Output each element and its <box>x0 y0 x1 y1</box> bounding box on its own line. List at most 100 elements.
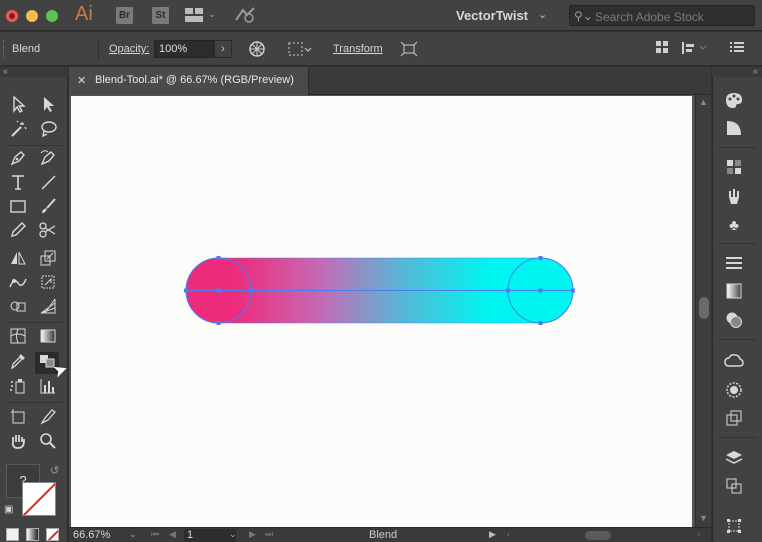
status-menu-icon[interactable]: ▶ <box>489 529 496 540</box>
recolor-artwork-icon[interactable] <box>249 41 265 61</box>
paintbrush-tool-icon[interactable] <box>36 197 60 219</box>
selection-tool-icon[interactable] <box>6 95 30 117</box>
anchor-point[interactable] <box>538 256 543 260</box>
window-close-button[interactable] <box>6 10 18 22</box>
search-stock-field[interactable]: ⚲⌄ Search Adobe Stock <box>569 5 755 26</box>
transform-panel-icon[interactable] <box>723 517 745 539</box>
zoom-tool-icon[interactable] <box>36 432 60 454</box>
align-to-icon[interactable] <box>288 41 312 61</box>
free-transform-tool-icon[interactable] <box>36 273 60 295</box>
arrange-documents-icon[interactable] <box>185 8 203 22</box>
symbol-sprayer-tool-icon[interactable] <box>6 377 30 399</box>
scroll-up-icon[interactable]: ▲ <box>699 97 708 107</box>
none-mode-icon[interactable] <box>46 528 59 541</box>
gradient-panel-icon[interactable] <box>723 283 745 305</box>
last-artboard-icon[interactable]: ⏭ <box>265 529 273 540</box>
current-tool-status[interactable]: Blend <box>369 529 397 541</box>
anchor-point[interactable] <box>571 288 575 293</box>
zoom-chevron-icon[interactable]: ⌄ <box>129 529 137 540</box>
gpu-performance-icon[interactable] <box>234 6 256 24</box>
vertical-scrollbar[interactable]: ▲ ▼ <box>695 95 711 527</box>
anchor-point[interactable] <box>216 256 221 260</box>
scroll-left-icon[interactable]: ‹ <box>507 529 510 539</box>
direct-selection-tool-icon[interactable] <box>36 95 60 117</box>
anchor-point[interactable] <box>184 288 188 293</box>
canvas[interactable] <box>69 95 695 527</box>
layers-panel-icon[interactable] <box>723 449 745 471</box>
artboard-chevron-icon[interactable]: ⌄ <box>229 529 237 540</box>
color-guide-icon[interactable] <box>723 119 745 141</box>
swap-fill-stroke-icon[interactable]: ↺ <box>50 464 59 477</box>
pen-tool-icon[interactable] <box>6 149 30 171</box>
window-minimize-button[interactable] <box>26 10 38 22</box>
horizontal-scroll-thumb[interactable] <box>585 531 611 540</box>
lasso-tool-icon[interactable] <box>36 120 60 142</box>
anchor-point[interactable] <box>216 288 221 293</box>
vertical-scroll-thumb[interactable] <box>699 297 709 319</box>
anchor-point[interactable] <box>538 288 543 293</box>
control-menu-icon[interactable] <box>730 41 744 57</box>
shape-builder-tool-icon[interactable] <box>6 297 30 319</box>
close-tab-icon[interactable]: ✕ <box>77 74 86 87</box>
opacity-input[interactable]: 100% <box>154 40 214 58</box>
perspective-grid-tool-icon[interactable] <box>36 297 60 319</box>
toolbar-collapse-icon[interactable]: « <box>0 67 68 77</box>
default-fill-stroke-icon[interactable]: ▣ <box>4 504 13 515</box>
isolate-object-icon[interactable] <box>400 41 418 61</box>
arrange-chevron-icon[interactable]: ⌄ <box>208 9 216 20</box>
swatches-panel-icon[interactable] <box>723 159 745 181</box>
creative-cloud-libraries-icon[interactable] <box>723 353 745 375</box>
document-tab[interactable]: ✕ Blend-Tool.ai* @ 66.67% (RGB/Preview) <box>69 67 309 95</box>
distribute-icon[interactable] <box>682 41 708 59</box>
stroke-swatch[interactable] <box>22 482 56 516</box>
puppet-warp-tool-icon[interactable] <box>6 273 30 295</box>
blend-artwork[interactable] <box>71 96 692 527</box>
anchor-point[interactable] <box>249 288 253 293</box>
transform-button[interactable]: Transform <box>333 43 383 55</box>
curvature-tool-icon[interactable] <box>36 149 60 171</box>
scissors-tool-icon[interactable] <box>36 221 60 243</box>
dock-expand-icon[interactable]: « <box>712 67 762 77</box>
opacity-label[interactable]: Opacity: <box>109 43 149 55</box>
panel-layout-icon[interactable] <box>656 41 670 59</box>
reflect-tool-icon[interactable] <box>6 249 30 271</box>
brushes-panel-icon[interactable] <box>723 187 745 209</box>
type-tool-icon[interactable] <box>6 173 30 195</box>
anchor-point[interactable] <box>538 321 543 325</box>
document-tab-bar: ✕ Blend-Tool.ai* @ 66.67% (RGB/Preview) <box>69 67 711 95</box>
slice-tool-icon[interactable] <box>36 407 60 429</box>
workspace-chevron-icon[interactable]: ⌄ <box>538 8 547 21</box>
anchor-point[interactable] <box>216 321 221 325</box>
stock-button[interactable]: St <box>152 7 169 24</box>
scroll-down-icon[interactable]: ▼ <box>699 513 708 523</box>
asset-export-icon[interactable] <box>723 409 745 431</box>
appearance-panel-icon[interactable] <box>723 381 745 403</box>
artboard[interactable] <box>71 96 692 527</box>
eyedropper-tool-icon[interactable] <box>6 352 30 374</box>
artboard-tool-icon[interactable] <box>6 407 30 429</box>
scale-tool-icon[interactable] <box>36 249 60 271</box>
previous-artboard-icon[interactable]: ◀ <box>169 529 176 540</box>
pencil-tool-icon[interactable] <box>6 221 30 243</box>
bridge-button[interactable]: Br <box>116 7 133 24</box>
gradient-mode-icon[interactable] <box>26 528 39 541</box>
symbols-panel-icon[interactable]: ♣ <box>723 215 745 237</box>
mesh-tool-icon[interactable] <box>6 327 30 349</box>
rectangle-tool-icon[interactable] <box>6 197 30 219</box>
artboards-panel-icon[interactable] <box>723 477 745 499</box>
gradient-tool-icon[interactable] <box>36 327 60 349</box>
magic-wand-tool-icon[interactable] <box>6 120 30 142</box>
color-panel-icon[interactable] <box>723 91 745 113</box>
hand-tool-icon[interactable] <box>6 432 30 454</box>
first-artboard-icon[interactable]: ⏮ <box>151 529 159 540</box>
color-mode-icon[interactable] <box>6 528 19 541</box>
window-maximize-button[interactable] <box>46 10 58 22</box>
anchor-point[interactable] <box>506 288 510 293</box>
scroll-right-icon[interactable]: › <box>697 529 700 539</box>
workspace-switcher[interactable]: VectorTwist <box>456 8 528 23</box>
next-artboard-icon[interactable]: ▶ <box>249 529 256 540</box>
line-segment-tool-icon[interactable] <box>36 173 60 195</box>
opacity-dropdown-button[interactable]: › <box>214 40 232 58</box>
transparency-panel-icon[interactable] <box>723 311 745 333</box>
stroke-panel-icon[interactable] <box>723 255 745 277</box>
